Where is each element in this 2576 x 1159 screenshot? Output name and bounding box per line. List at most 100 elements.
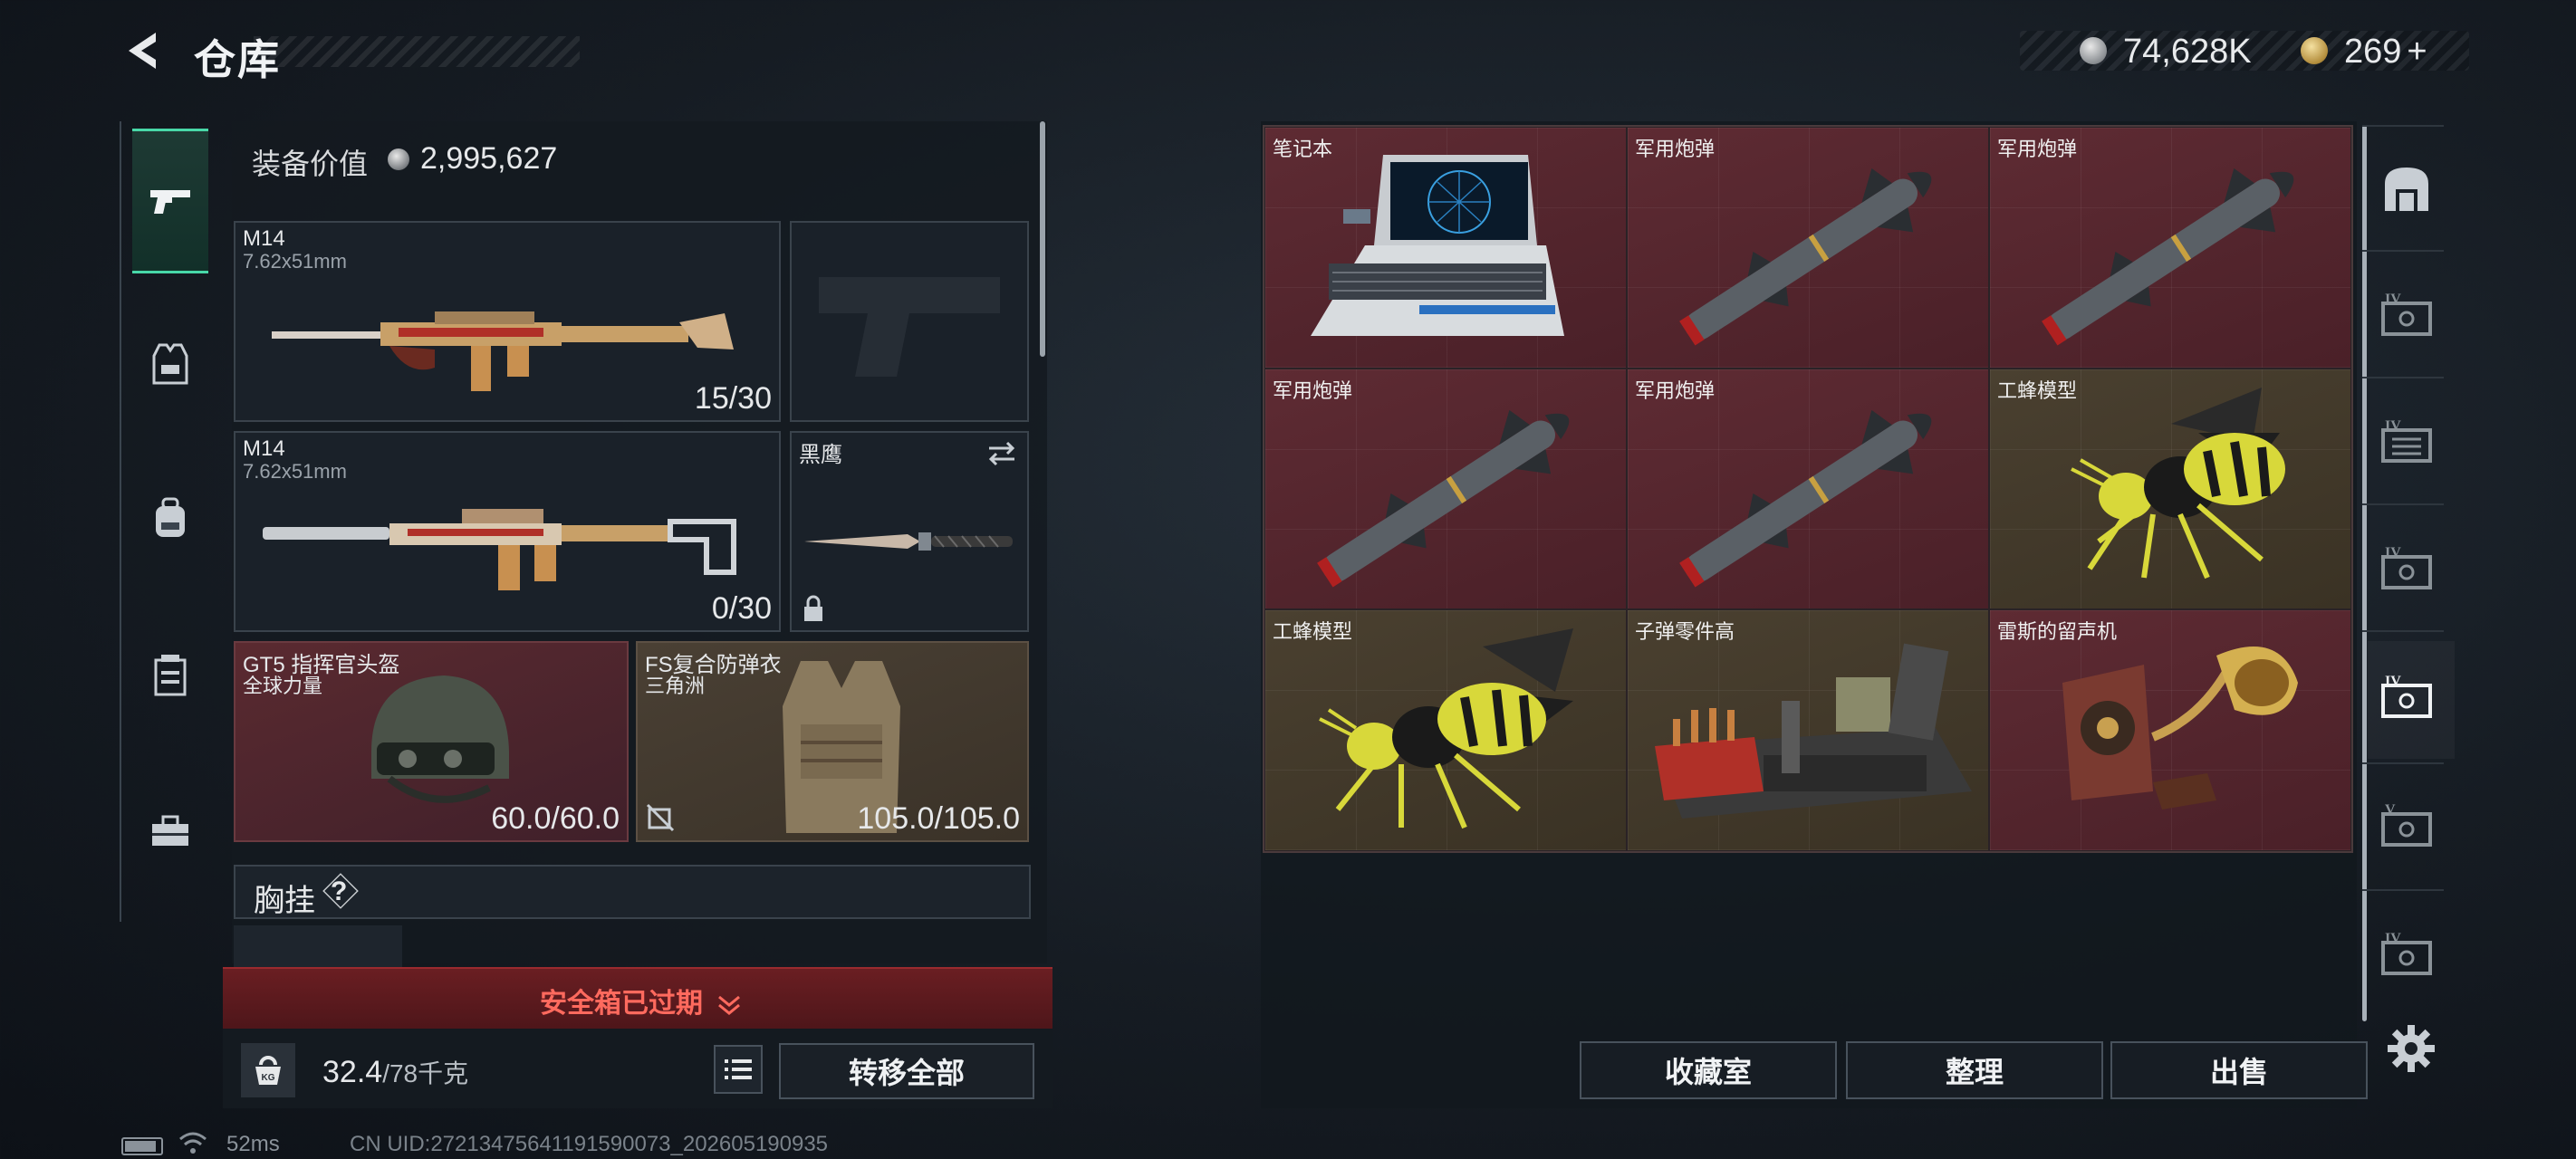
armor-faction: 三角洲 <box>645 675 706 697</box>
storage-tab-6[interactable]: IV <box>2377 925 2437 985</box>
tier-label: V <box>2385 802 2396 818</box>
sell-button[interactable]: 出售 <box>2110 1041 2368 1099</box>
tier-label: IV <box>2385 418 2401 434</box>
inventory-item-shell[interactable]: 军用炮弹 <box>1989 127 2351 369</box>
carry-weight-max: /78千克 <box>382 1059 469 1087</box>
storage-box-icon: IV <box>2381 292 2432 336</box>
battery-icon <box>121 1137 163 1155</box>
wifi-icon <box>178 1130 208 1159</box>
bee-model-icon <box>2071 387 2285 579</box>
storage-tab-4-active[interactable]: IV <box>2377 668 2437 728</box>
sort-button[interactable]: 整理 <box>1846 1041 2103 1099</box>
storage-box-icon: IV <box>2381 674 2432 718</box>
equipment-value: 2,995,627 <box>420 141 558 176</box>
equipment-value-label: 装备价值 <box>252 148 369 180</box>
inventory-item-bee-model[interactable]: 工蜂模型 <box>1264 609 1627 851</box>
rail-tab-armor[interactable] <box>132 326 208 402</box>
pistol-icon <box>150 190 190 214</box>
laptop-icon <box>1311 155 1564 336</box>
rifle-icon <box>263 509 736 590</box>
inventory-item-bee-model[interactable]: 工蜂模型 <box>1989 368 2351 610</box>
gold-coin-icon <box>2301 37 2328 64</box>
inventory-item-shell[interactable]: 军用炮弹 <box>1264 368 1627 610</box>
weapon-name: M14 <box>243 226 285 251</box>
chest-rig-label: 胸挂 <box>254 884 315 918</box>
list-icon <box>725 1059 752 1079</box>
pistol-placeholder-icon <box>819 277 1000 377</box>
melee-name: 黑鹰 <box>799 443 842 467</box>
rail-tab-weapons[interactable] <box>132 129 208 273</box>
ammo-count: 0/30 <box>711 591 772 626</box>
helmet-slot[interactable]: GT5 指挥官头盔 全球力量 60.0/60.0 <box>234 641 629 842</box>
equipment-scrollbar[interactable] <box>1040 121 1045 357</box>
chest-rig-slot[interactable] <box>234 925 402 967</box>
item-label: 子弹零件高 <box>1635 620 1735 644</box>
missile-icon <box>2042 168 2294 346</box>
storage-box-icon: V <box>2381 802 2432 847</box>
toolbox-icon <box>152 815 188 846</box>
ammo-parts-icon <box>1655 643 1972 819</box>
storage-tab-5[interactable]: V <box>2377 797 2437 857</box>
storage-home-tab[interactable] <box>2377 159 2437 219</box>
primary-weapon-slot-2[interactable]: M14 7.62x51mm 0/30 <box>234 431 781 632</box>
kg-label: KG <box>262 1073 275 1083</box>
tier-label: IV <box>2385 545 2401 560</box>
add-currency-icon[interactable]: + <box>2407 33 2427 71</box>
rail-tab-backpack[interactable] <box>132 480 208 556</box>
weapon-caliber: 7.62x51mm <box>243 460 347 483</box>
inventory-item-shell[interactable]: 军用炮弹 <box>1627 368 1989 610</box>
transfer-all-button[interactable]: 转移全部 <box>779 1043 1034 1099</box>
gold-currency-value: 269 <box>2344 33 2402 71</box>
storage-box-icon: IV <box>2381 545 2432 589</box>
safe-box-status[interactable]: 安全箱已过期 <box>540 981 743 1020</box>
vest-icon <box>152 343 188 385</box>
missile-icon <box>1317 409 1570 588</box>
missile-icon <box>1679 168 1932 346</box>
user-id: CN UID:27213475641191590073_202605190935 <box>350 1132 829 1156</box>
sidearm-slot[interactable] <box>790 221 1029 422</box>
storage-tab-2[interactable]: IV <box>2377 413 2437 473</box>
silver-currency-amount: 74,628K <box>2123 33 2252 71</box>
tier-label: IV <box>2385 931 2401 946</box>
armor-slot[interactable]: FS复合防弹衣 三角洲 105.0/105.0 <box>636 641 1029 842</box>
rail-divider <box>2362 125 2444 127</box>
rifle-icon <box>272 311 734 391</box>
settings-gear-icon[interactable] <box>2382 1020 2440 1078</box>
weapon-name: M14 <box>243 436 285 461</box>
carry-weight-value: 32.4 <box>322 1055 383 1089</box>
weapon-caliber: 7.62x51mm <box>243 250 347 273</box>
gramophone-icon <box>2062 647 2298 810</box>
back-arrow-icon[interactable] <box>118 25 168 76</box>
melee-slot[interactable]: 黑鹰 <box>790 431 1029 632</box>
rail-divider <box>2362 762 2444 764</box>
inventory-item-laptop[interactable]: 笔记本 <box>1264 127 1627 369</box>
safe-icon <box>2385 168 2428 211</box>
inventory-item-ammo-parts[interactable]: 子弹零件高 <box>1627 609 1989 851</box>
collection-room-button[interactable]: 收藏室 <box>1580 1041 1837 1099</box>
inventory-item-gramophone[interactable]: 雷斯的留声机 <box>1989 609 2351 851</box>
swap-icon[interactable] <box>985 440 1018 467</box>
silver-coin-icon <box>2080 37 2107 64</box>
item-label: 军用炮弹 <box>1635 138 1716 160</box>
list-view-button[interactable] <box>714 1045 763 1094</box>
helmet-icon <box>371 675 509 803</box>
storage-tab-3[interactable]: IV <box>2377 540 2437 599</box>
rail-tab-case[interactable] <box>132 637 208 714</box>
help-icon[interactable]: ? <box>331 876 347 907</box>
rail-divider <box>2362 889 2444 891</box>
kettlebell-icon: KG <box>255 1056 281 1085</box>
armor-durability: 105.0/105.0 <box>857 801 1020 836</box>
helmet-durability: 60.0/60.0 <box>491 801 620 836</box>
storage-box-icon: IV <box>2381 418 2432 463</box>
safe-box-status-text: 安全箱已过期 <box>540 989 703 1019</box>
gold-currency-amount[interactable]: 269 + <box>2344 33 2427 72</box>
item-label: 军用炮弹 <box>1997 138 2078 160</box>
storage-scrollbar[interactable] <box>2362 125 2367 1021</box>
storage-box-icon: IV <box>2381 931 2432 975</box>
inventory-item-shell[interactable]: 军用炮弹 <box>1627 127 1989 369</box>
storage-tab-1[interactable]: IV <box>2377 286 2437 346</box>
primary-weapon-slot-1[interactable]: M14 7.62x51mm 15/30 <box>234 221 781 422</box>
rail-divider <box>2362 630 2444 632</box>
storage-grid: 笔记本 军用炮弹 军用炮弹 军用炮弹 军用炮弹 工蜂模型 工蜂模型 子弹零件高 … <box>1263 125 2353 853</box>
rail-tab-toolbox[interactable] <box>132 793 208 869</box>
